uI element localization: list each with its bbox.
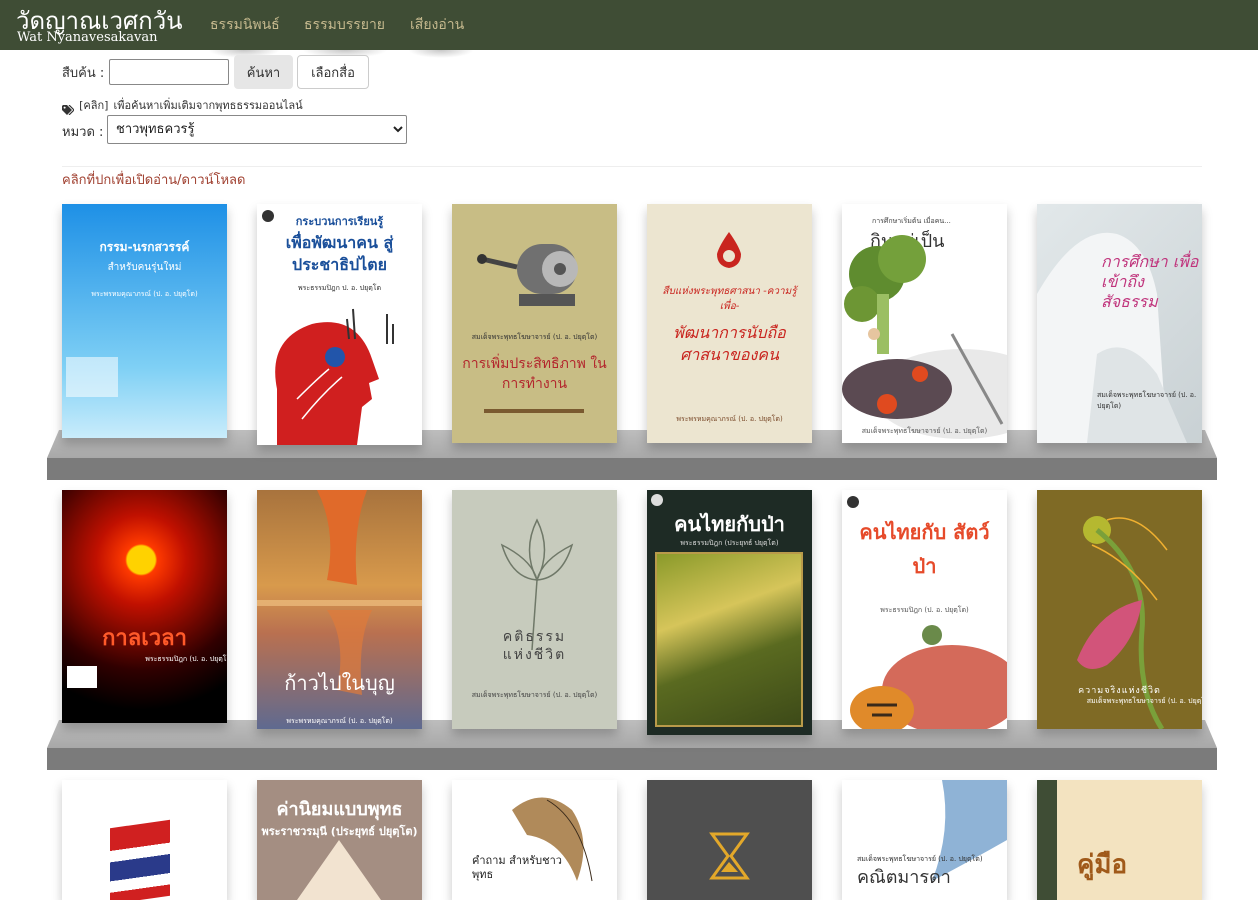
nav-item-audio-reading[interactable]: เสียงอ่าน [410,14,464,36]
book-title: การเพิ่มประสิทธิภาพ ในการทำงาน [462,356,607,392]
library-sticker [67,666,97,688]
search-button[interactable]: ค้นหา [234,55,293,89]
book-title: คณิตมารดา [857,867,951,888]
forest-photo [655,552,803,727]
book-author: สมเด็จพระพุทธโฆษาจารย์ (ป. อ. ปยุตฺโต) [1086,697,1202,705]
search-input[interactable] [109,59,229,85]
flame-emblem-icon [717,232,741,268]
book-title: ก้าวไปในบุญ [284,671,395,695]
book-title: คติธรรม แห่งชีวิต [502,629,567,663]
book-author: พระธรรมปิฎก ป. อ. ปยุตฺโต [297,284,382,292]
book-cover[interactable] [647,780,812,900]
book-title: กาลเวลา [102,626,187,651]
crescent-illustration [512,797,593,882]
book-author: พระพรหมคุณาภรณ์ (ป. อ. ปยุตฺโต) [91,290,198,298]
book-cover[interactable]: ก้าวไปในบุญ พระพรหมคุณาภรณ์ (ป. อ. ปยุตฺ… [257,490,422,729]
book-cover[interactable]: คนไทยกับ สัตว์ป่า พระธรรมปิฎก (ป. อ. ปยุ… [842,490,1007,729]
book-cover[interactable]: การศึกษา เพื่อเข้าถึง สัจธรรม สมเด็จพระพ… [1037,204,1202,443]
site-brand[interactable]: วัดญาณเวศกวัน Wat Nyanavesakavan [16,0,206,50]
divider [62,166,1202,167]
book-title: การศึกษา เพื่อเข้าถึง สัจธรรม [1101,252,1199,311]
book-author: สมเด็จพระพุทธโฆษาจารย์ (ป. อ. ปยุตฺโต) [861,427,988,435]
online-search-hint: [คลิก] เพื่อค้นหาเพิ่มเติมจากพุทธธรรมออน… [62,94,303,115]
book-title: ค่านิยมแบบพุทธ [276,799,403,820]
book-author: พระพรหมคุณาภรณ์ (ป. อ. ปยุตฺโต) [676,415,783,423]
book-title: คนไทยกับป่า [674,512,785,536]
book-cover[interactable]: กาลเวลา พระธรรมปิฎก (ป. อ. ปยุตฺโต) [62,490,227,723]
pencil-illustration [484,409,584,413]
book-cover[interactable]: สืบแห่งพระพุทธศาสนา -ความรู้เพื่อ- พัฒนา… [647,204,812,443]
book-cover[interactable]: คู่มือ [1037,780,1202,900]
category-select[interactable]: ชาวพุทธควรรู้ [107,115,407,144]
category-label: หมวด : [62,125,104,140]
book-author: พระธรรมปิฎก (ป. อ. ปยุตฺโต) [145,655,227,663]
book-cover[interactable]: กรรม-นรกสวรรค์ สำหรับคนรุ่นใหม่ พระพรหมค… [62,204,227,438]
online-search-hint-text: เพื่อค้นหาเพิ่มเติมจากพุทธธรรมออนไลน์ [113,99,303,112]
book-title: ความจริงแห่งชีวิต [1078,686,1161,696]
book-cover[interactable]: กระบวนการเรียนรู้ เพื่อพัฒนาคน สู่ประชาธ… [257,204,422,445]
book-cover[interactable] [62,780,227,900]
book-title: พัฒนาการนับถือศาสนาของคน [673,323,786,364]
book-author: สมเด็จพระพุทธโฆษาจารย์ (ป. อ. ปยุตฺโต) [471,333,598,341]
book-cover[interactable]: การศึกษาเริ่มต้น เมื่อคน... กินอยู่เป็น … [842,204,1007,443]
book-title: เพื่อพัฒนาคน สู่ประชาธิปไตย [285,233,394,274]
book-cover[interactable]: คติธรรม แห่งชีวิต สมเด็จพระพุทธโฆษาจารย์… [452,490,617,729]
book-subtitle: สืบแห่งพระพุทธศาสนา -ความรู้เพื่อ- [662,286,797,312]
broccoli-plate-illustration [842,235,1007,439]
online-search-link[interactable]: [คลิก] [79,99,108,112]
head-illustration [275,308,394,445]
hourglass-icon [709,832,750,880]
book-author: สมเด็จพระพุทธโฆษาจารย์ (ป. อ. ปยุตฺโต) [1097,391,1197,410]
pencil-sharpener-illustration [477,244,578,306]
site-title-english[interactable]: Wat Nyanavesakavan [17,30,158,45]
nav-item-dhamma-writings[interactable]: ธรรมนิพนธ์ [210,14,280,36]
book-title: คู่มือ [1077,850,1128,880]
choose-book-button[interactable]: เลือกสื่อ [297,55,369,89]
thai-flag-illustration [110,819,170,900]
nav-shadow [408,50,474,58]
book-title: กรรม-นรกสวรรค์ [99,240,190,254]
book-cover[interactable]: คนไทยกับป่า พระธรรมปิฎก (ประยุทธ์ ปยุตฺโ… [647,490,812,735]
tag-icon [62,100,75,115]
dharma-wheel-icon [651,494,663,506]
book-author: พระราชวรมุนี (ประยุทธ์ ปยุตฺโต) [261,825,418,838]
triangle-illustration [297,840,381,900]
book-cover[interactable]: สมเด็จพระพุทธโฆษาจารย์ (ป. อ. ปยุตฺโต) ค… [842,780,1007,900]
library-sticker [66,357,118,397]
book-spine [1037,780,1057,900]
book-author: สมเด็จพระพุทธโฆษาจารย์ (ป. อ. ปยุตฺโต) [471,691,598,699]
book-author: พระธรรมปิฎก (ประยุทธ์ ปยุตฺโต) [680,539,779,547]
book-cover[interactable]: ค่านิยมแบบพุทธ พระราชวรมุนี (ประยุทธ์ ปย… [257,780,422,900]
book-cover[interactable]: สมเด็จพระพุทธโฆษาจารย์ (ป. อ. ปยุตฺโต) ก… [452,204,617,443]
cover-click-hint: คลิกที่ปกเพื่อเปิดอ่าน/ดาวน์โหลด [62,173,246,188]
book-title: คนไทยกับ สัตว์ป่า [859,520,990,578]
book-cover[interactable]: ความจริงแห่งชีวิต สมเด็จพระพุทธโฆษาจารย์… [1037,490,1202,729]
search-label: สืบค้น : [62,66,105,81]
nav-item-dhamma-lectures[interactable]: ธรรมบรรยาย [304,14,385,36]
book-cover[interactable]: คำถาม สำหรับชาวพุทธ [452,780,617,900]
book-subtitle: สำหรับคนรุ่นใหม่ [107,262,182,273]
book-subtitle: กระบวนการเรียนรู้ [295,215,384,228]
animals-illustration [850,625,1007,729]
dharma-wheel-icon [847,496,859,508]
top-navbar: วัดญาณเวศกวัน Wat Nyanavesakavan ธรรมนิพ… [0,0,1258,50]
book-title: คำถาม สำหรับชาวพุทธ [472,854,562,881]
book-author: พระพรหมคุณาภรณ์ (ป. อ. ปยุตฺโต) [286,717,393,725]
